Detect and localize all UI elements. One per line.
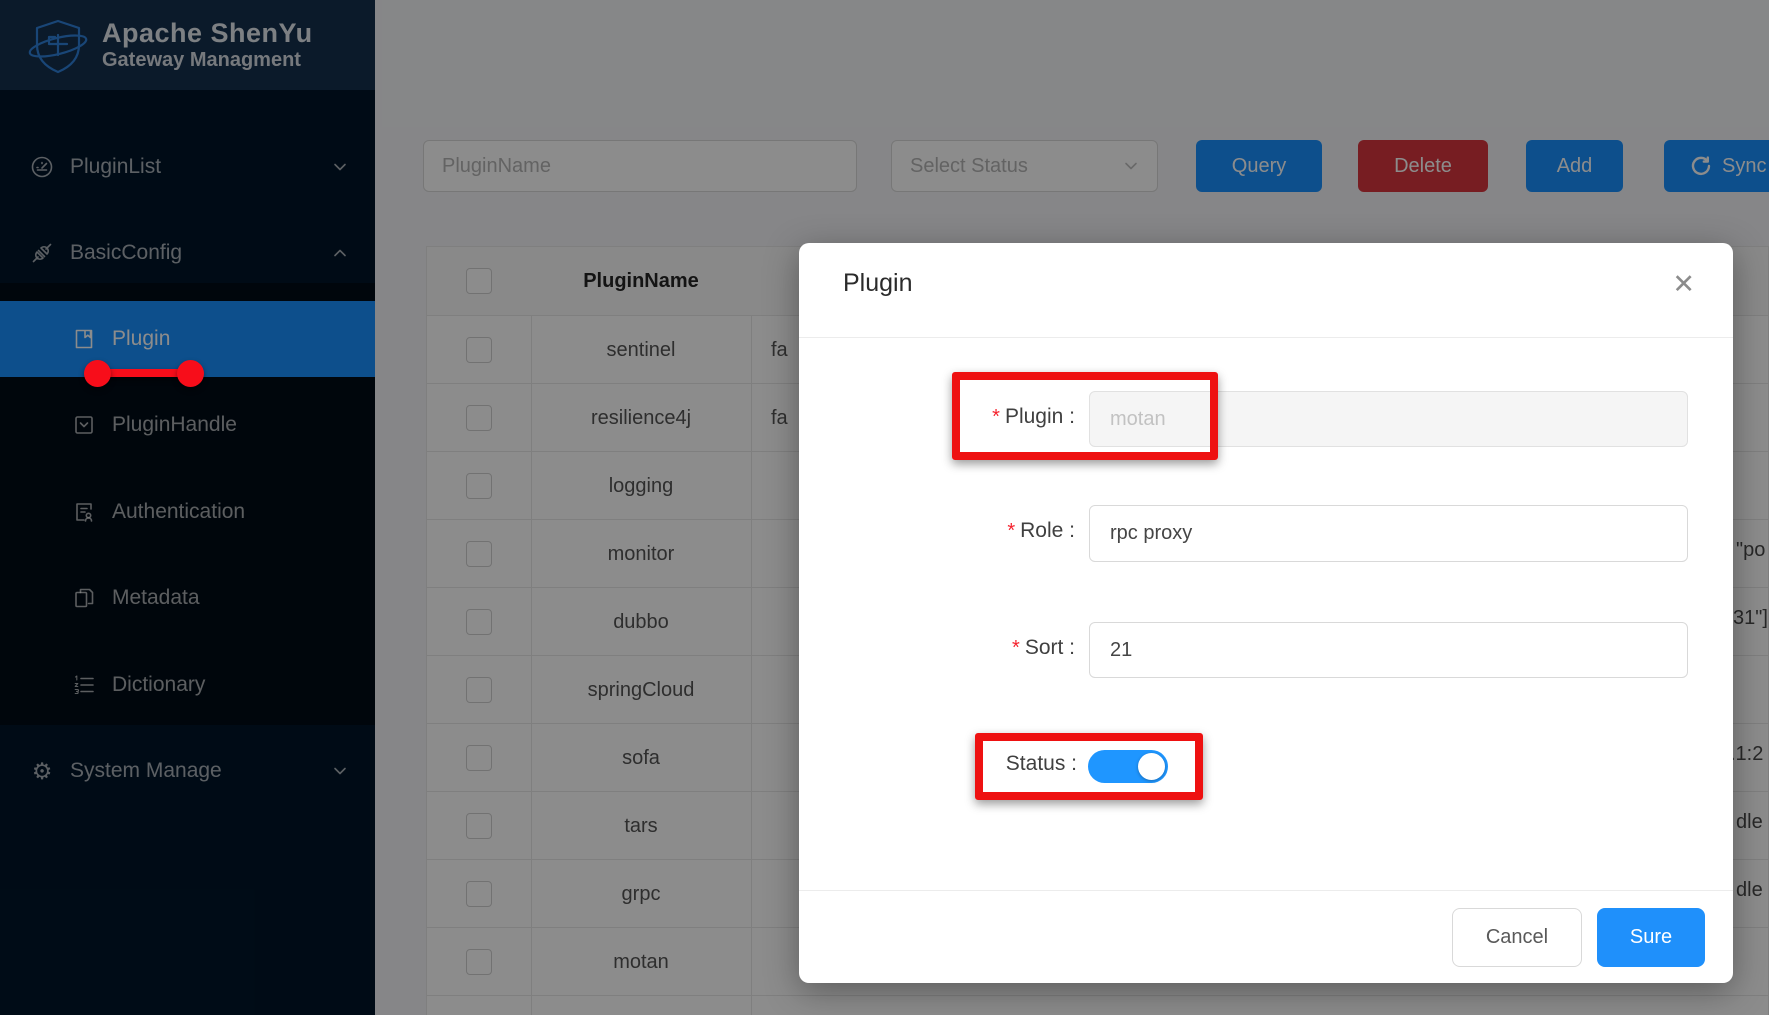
role-field-label: *Role :	[799, 519, 1075, 543]
sort-field-label: *Sort :	[799, 636, 1075, 660]
app-window: PluginName Select Status Query Delete Ad…	[0, 0, 1769, 1015]
modal-title: Plugin	[843, 269, 913, 298]
role-field-input[interactable]: rpc proxy	[1089, 505, 1688, 562]
toggle-knob	[1138, 753, 1165, 780]
sort-field-input[interactable]: 21	[1089, 622, 1688, 678]
sure-button[interactable]: Sure	[1597, 908, 1705, 967]
plugin-field-value: motan	[1110, 408, 1166, 431]
status-toggle[interactable]	[1088, 750, 1168, 783]
modal-header-divider	[799, 337, 1733, 338]
plugin-modal: Plugin ✕ *Plugin : motan *Role : rpc pro…	[799, 243, 1733, 983]
sort-field-value: 21	[1110, 639, 1132, 662]
required-marker: *	[1012, 637, 1020, 659]
plugin-field-input: motan	[1089, 391, 1688, 447]
required-marker: *	[992, 406, 1000, 428]
role-field-value: rpc proxy	[1110, 522, 1192, 545]
modal-footer-divider	[799, 890, 1733, 891]
cancel-button[interactable]: Cancel	[1452, 908, 1582, 967]
close-icon[interactable]: ✕	[1672, 271, 1695, 298]
status-field-label: Status :	[799, 752, 1077, 776]
required-marker: *	[1007, 520, 1015, 542]
plugin-field-label: *Plugin :	[799, 405, 1075, 429]
